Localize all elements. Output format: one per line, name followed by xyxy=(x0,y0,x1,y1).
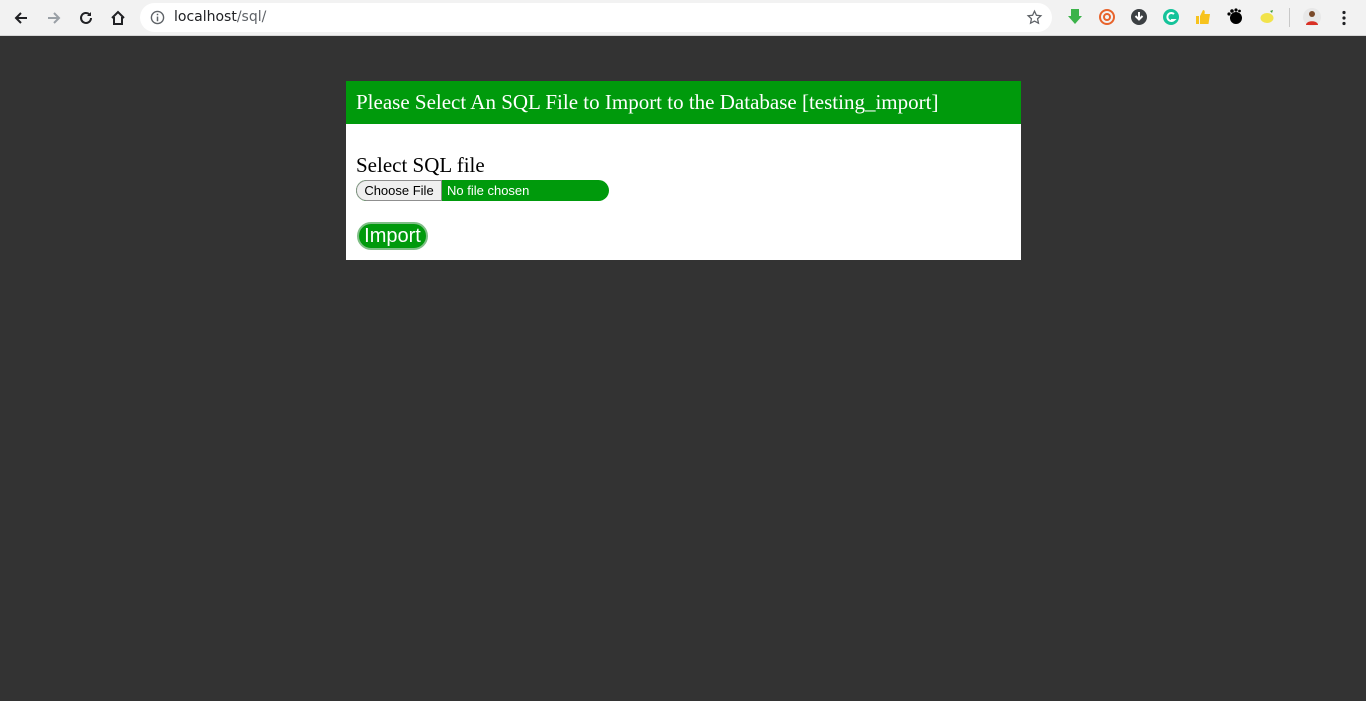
file-status-text: No file chosen xyxy=(447,183,530,198)
profile-avatar-icon[interactable] xyxy=(1303,8,1321,26)
back-icon[interactable] xyxy=(9,6,33,30)
forward-icon[interactable] xyxy=(42,6,66,30)
at-sign-icon[interactable] xyxy=(1098,8,1116,26)
home-icon[interactable] xyxy=(106,6,130,30)
address-bar[interactable]: localhost/sql/ xyxy=(140,3,1052,32)
select-sql-file-label: Select SQL file xyxy=(356,153,485,177)
kebab-menu-icon[interactable] xyxy=(1332,6,1356,30)
download-circle-icon[interactable] xyxy=(1130,8,1148,26)
bookmark-star-icon[interactable] xyxy=(1026,9,1043,26)
browser-toolbar: localhost/sql/ xyxy=(0,0,1366,36)
import-panel: Please Select An SQL File to Import to t… xyxy=(346,81,1021,260)
download-arrow-icon[interactable] xyxy=(1066,8,1084,26)
lemon-icon[interactable] xyxy=(1258,8,1276,26)
sql-file-input[interactable]: Choose File No file chosen xyxy=(356,180,609,201)
thumbs-up-icon[interactable] xyxy=(1194,8,1212,26)
gnome-icon[interactable] xyxy=(1226,8,1244,26)
grammarly-icon[interactable] xyxy=(1162,8,1180,26)
toolbar-separator xyxy=(1289,8,1290,27)
url-text: localhost/sql/ xyxy=(174,9,267,25)
choose-file-button[interactable]: Choose File xyxy=(356,180,442,201)
info-icon[interactable] xyxy=(150,10,165,25)
reload-icon[interactable] xyxy=(74,6,98,30)
import-button[interactable]: Import xyxy=(357,222,428,250)
panel-title: Please Select An SQL File to Import to t… xyxy=(346,81,1021,124)
